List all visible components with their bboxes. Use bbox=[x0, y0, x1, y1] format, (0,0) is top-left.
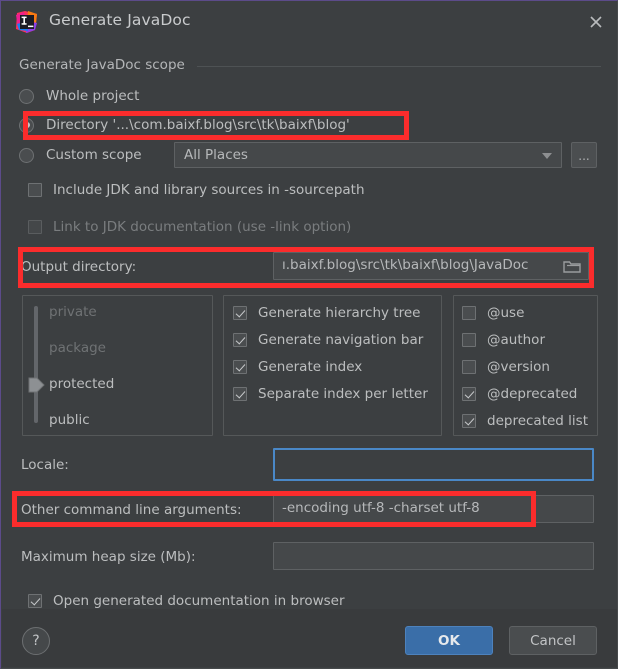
checkbox-label-author: @author bbox=[487, 332, 545, 348]
custom-scope-select[interactable]: All Places bbox=[174, 142, 562, 168]
other-args-input[interactable]: -encoding utf-8 -charset utf-8 bbox=[273, 495, 594, 523]
visibility-item-private[interactable]: private bbox=[49, 304, 97, 320]
checkbox-label-use: @use bbox=[487, 305, 525, 321]
checkbox-use[interactable]: @use bbox=[462, 303, 524, 323]
radio-custom-scope[interactable]: Custom scope bbox=[19, 144, 142, 166]
checkbox-indicator-author bbox=[462, 333, 476, 347]
checkbox-version[interactable]: @version bbox=[462, 357, 550, 377]
dialog-titlebar: Generate JavaDoc bbox=[1, 1, 617, 42]
checkbox-generate-navigation-bar[interactable]: Generate navigation bar bbox=[233, 330, 423, 350]
visibility-item-protected[interactable]: protected bbox=[49, 376, 114, 392]
max-heap-input[interactable] bbox=[273, 542, 594, 570]
checkbox-indicator-generate-hierarchy-tree bbox=[233, 306, 247, 320]
radio-indicator-whole-project bbox=[19, 88, 34, 104]
locale-label: Locale: bbox=[21, 457, 69, 473]
visibility-item-package[interactable]: package bbox=[49, 340, 106, 356]
checkbox-label-separate-index-per-letter: Separate index per letter bbox=[258, 386, 428, 402]
checkbox-indicator-use bbox=[462, 306, 476, 320]
checkbox-indicator-deprecated-list bbox=[462, 414, 476, 428]
checkbox-link-jdk: Link to JDK documentation (use -link opt… bbox=[28, 217, 351, 237]
checkbox-separate-index-per-letter[interactable]: Separate index per letter bbox=[233, 384, 428, 404]
visibility-slider-thumb[interactable] bbox=[28, 376, 45, 394]
checkbox-label-deprecated: @deprecated bbox=[487, 386, 578, 402]
cancel-button[interactable]: Cancel bbox=[509, 626, 597, 655]
visibility-item-public[interactable]: public bbox=[49, 412, 90, 428]
max-heap-label: Maximum heap size (Mb): bbox=[21, 549, 196, 565]
checkbox-label-deprecated-list: deprecated list bbox=[487, 413, 588, 429]
checkbox-open-in-browser[interactable]: Open generated documentation in browser bbox=[28, 591, 345, 611]
checkbox-indicator-link-jdk bbox=[28, 220, 42, 234]
checkbox-indicator-include-jdk bbox=[28, 183, 42, 197]
scope-group-label: Generate JavaDoc scope bbox=[19, 57, 185, 73]
checkbox-indicator-generate-index bbox=[233, 360, 247, 374]
output-directory-label: Output directory: bbox=[21, 259, 137, 275]
checkbox-label-link-jdk: Link to JDK documentation (use -link opt… bbox=[53, 219, 352, 235]
radio-indicator-directory bbox=[19, 117, 34, 133]
checkbox-indicator-version bbox=[462, 360, 476, 374]
checkbox-generate-hierarchy-tree[interactable]: Generate hierarchy tree bbox=[233, 303, 420, 323]
checkbox-deprecated[interactable]: @deprecated bbox=[462, 384, 577, 404]
checkbox-indicator-deprecated bbox=[462, 387, 476, 401]
folder-icon[interactable] bbox=[563, 259, 581, 274]
checkbox-include-jdk[interactable]: Include JDK and library sources in -sour… bbox=[28, 180, 365, 200]
checkbox-indicator-generate-navigation-bar bbox=[233, 333, 247, 347]
radio-indicator-custom-scope bbox=[19, 147, 34, 163]
scope-group-separator bbox=[197, 66, 601, 67]
chevron-down-icon bbox=[542, 153, 552, 159]
help-button[interactable]: ? bbox=[22, 627, 50, 655]
checkbox-label-generate-index: Generate index bbox=[258, 359, 363, 375]
output-directory-value: ı.baixf.blog\src\tk\baixf\blog\JavaDoc bbox=[282, 257, 529, 274]
other-args-value: -encoding utf-8 -charset utf-8 bbox=[282, 500, 480, 517]
visibility-slider-track[interactable] bbox=[34, 306, 38, 423]
custom-scope-browse-button[interactable]: ... bbox=[571, 142, 597, 168]
generate-javadoc-dialog: Generate JavaDoc Generate JavaDoc scope … bbox=[0, 0, 618, 669]
checkbox-label-version: @version bbox=[487, 359, 550, 375]
checkbox-author[interactable]: @author bbox=[462, 330, 545, 350]
other-args-label: Other command line arguments: bbox=[21, 502, 242, 518]
checkbox-indicator-open-in-browser bbox=[28, 594, 42, 608]
checkbox-label-generate-navigation-bar: Generate navigation bar bbox=[258, 332, 424, 348]
ok-button[interactable]: OK bbox=[405, 626, 493, 655]
custom-scope-value: All Places bbox=[184, 147, 248, 163]
checkbox-indicator-separate-index-per-letter bbox=[233, 387, 247, 401]
dialog-title: Generate JavaDoc bbox=[49, 11, 191, 29]
output-directory-input[interactable]: ı.baixf.blog\src\tk\baixf\blog\JavaDoc bbox=[273, 252, 589, 280]
radio-label-directory: Directory '...\com.baixf.blog\src\tk\bai… bbox=[46, 117, 350, 133]
close-icon[interactable] bbox=[583, 9, 609, 35]
checkbox-label-generate-hierarchy-tree: Generate hierarchy tree bbox=[258, 305, 421, 321]
radio-directory[interactable]: Directory '...\com.baixf.blog\src\tk\bai… bbox=[19, 114, 350, 136]
radio-label-custom-scope: Custom scope bbox=[46, 147, 142, 163]
checkbox-generate-index[interactable]: Generate index bbox=[233, 357, 362, 377]
radio-label-whole-project: Whole project bbox=[46, 88, 140, 104]
checkbox-deprecated-list[interactable]: deprecated list bbox=[462, 411, 588, 431]
checkbox-label-include-jdk: Include JDK and library sources in -sour… bbox=[53, 182, 365, 198]
checkbox-label-open-in-browser: Open generated documentation in browser bbox=[53, 593, 345, 609]
radio-whole-project[interactable]: Whole project bbox=[19, 85, 139, 107]
intellij-idea-icon bbox=[15, 10, 39, 34]
locale-input[interactable] bbox=[273, 448, 594, 481]
